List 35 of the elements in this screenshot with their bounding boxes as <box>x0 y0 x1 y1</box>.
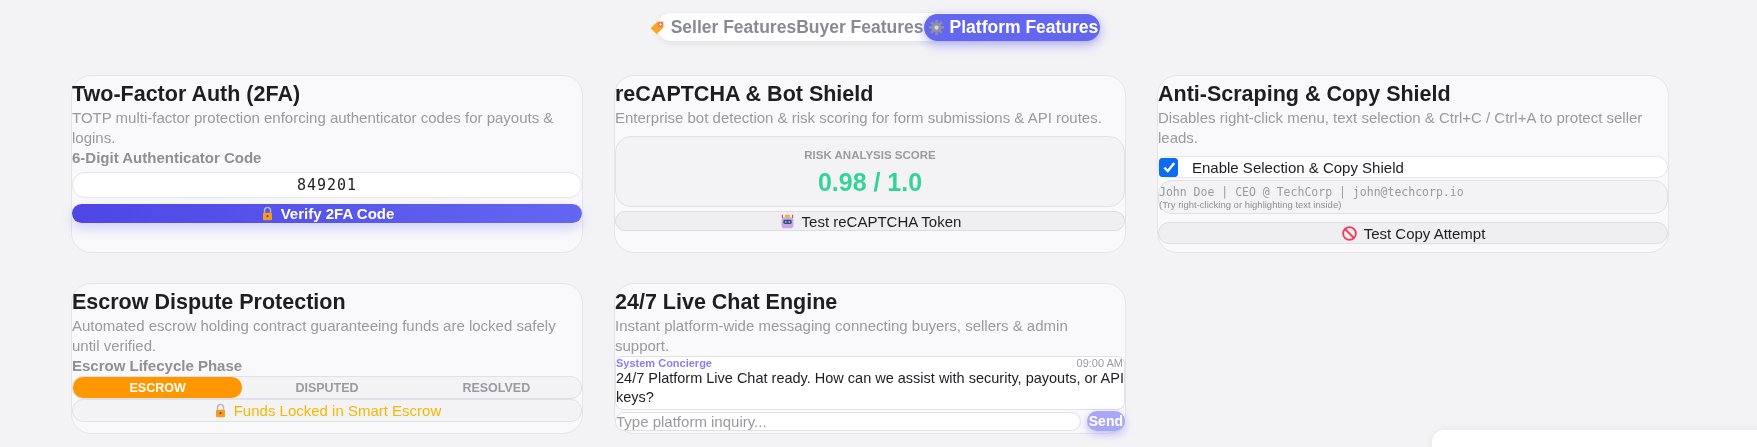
feature-tab[interactable]: Platform Features <box>923 13 1101 41</box>
chat-input-field[interactable]: Type platform inquiry... <box>615 411 1081 431</box>
checkbox-label: Enable Selection & Copy Shield <box>1192 158 1404 176</box>
hint-text: (Try right-clicking or highlighting text inside) <box>1159 198 1342 210</box>
field-label: Escrow Lifecycle Phase <box>72 356 244 375</box>
feature-tab[interactable]: Buyer Features <box>796 13 924 41</box>
score-label: RISK ANALYSIS SCORE <box>804 148 936 161</box>
card-description: Enterprise bot detection & risk scoring for form submissions & API routes. <box>615 108 1103 128</box>
contact-line: John Doe | CEO @ TechCorp | john@techcorp.io <box>1159 184 1465 199</box>
feature-tab[interactable]: Seller Features <box>648 13 797 41</box>
field-label: 6-Digit Authenticator Code <box>72 148 263 167</box>
gear-icon <box>927 18 945 36</box>
card-description: Disables right-click menu, text selection & Ctrl+C / Ctrl+A to protect seller leads. <box>1158 108 1644 148</box>
card-title: Anti-Scraping & Copy Shield <box>1158 81 1452 108</box>
score-value: 0.98 / 1.0 <box>817 168 923 195</box>
prohibited-icon <box>1340 224 1358 242</box>
checkbox-row[interactable]: Enable Selection & Copy Shield <box>1158 156 1668 178</box>
sender-name: System Concierge <box>616 357 712 369</box>
card-description: Automated escrow holding contract guaranteeing funds are locked safely until verified. <box>72 316 557 356</box>
message-time: 09:00 AM <box>1076 357 1124 369</box>
card-title: Two-Factor Auth (2FA) <box>72 81 302 108</box>
test-copy-button[interactable]: Test Copy Attempt <box>1158 222 1668 244</box>
message-text: 24/7 Platform Live Chat ready. How can we assist with security, payouts, or API keys? <box>616 369 1124 407</box>
card-description: Instant platform-wide messaging connecting buyers, sellers & admin support. <box>615 316 1069 356</box>
card-title: Escrow Dispute Protection <box>72 289 347 316</box>
card-title: reCAPTCHA & Bot Shield <box>615 81 875 108</box>
phase-tab[interactable]: DISPUTED <box>242 377 412 398</box>
checkbox[interactable] <box>1159 157 1178 177</box>
verify-button[interactable]: Verify 2FA Code <box>72 204 582 223</box>
card-description: TOTP multi-factor protection enforcing authenticator codes for payouts & logins. <box>72 108 555 148</box>
code-input-field[interactable]: 849201 <box>72 172 582 198</box>
card-title: 24/7 Live Chat Engine <box>615 289 839 316</box>
status-text: Funds Locked in Smart Escrow <box>233 402 442 419</box>
phase-tab[interactable]: RESOLVED <box>411 377 581 398</box>
test-token-button[interactable]: Test reCAPTCHA Token <box>615 211 1125 231</box>
